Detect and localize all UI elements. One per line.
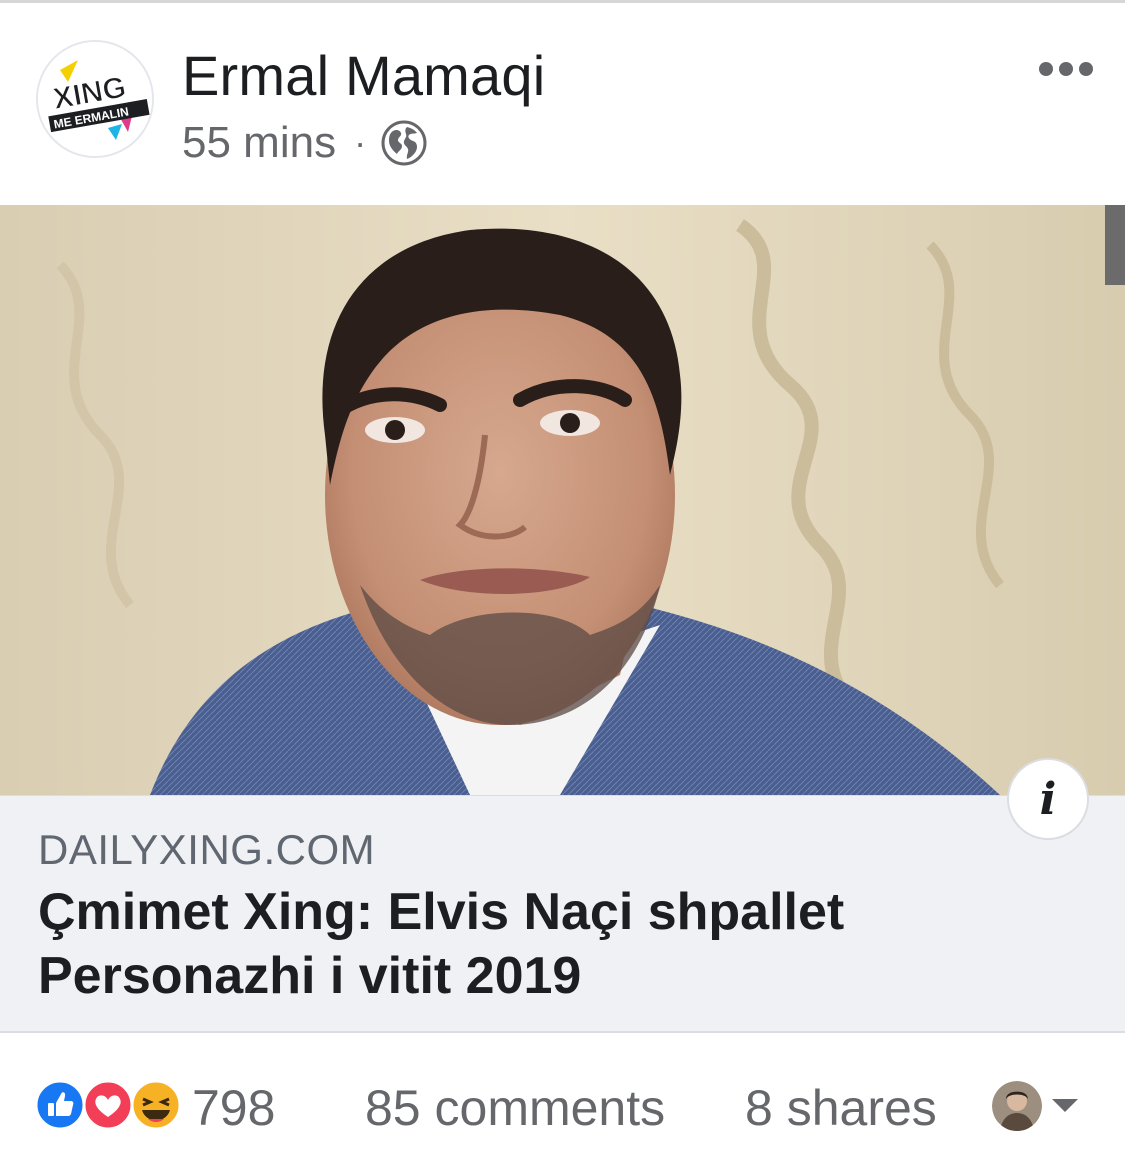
post-time[interactable]: 55 mins — [182, 118, 336, 168]
like-icon — [34, 1079, 86, 1131]
reaction-icons[interactable] — [34, 1079, 184, 1131]
post-meta: 55 mins · — [182, 118, 428, 168]
post-footer: 798 85 comments 8 shares — [0, 1035, 1125, 1150]
comments-count[interactable]: 85 comments — [365, 1079, 665, 1137]
globe-icon — [381, 120, 427, 166]
meta-separator: · — [354, 122, 367, 163]
link-headline[interactable]: Çmimet Xing: Elvis Naçi shpallet Persona… — [38, 880, 998, 1008]
love-icon — [82, 1079, 134, 1131]
link-domain: DAILYXING.COM — [38, 826, 376, 873]
post-header: XING ME ERMALIN Ermal Mamaqi 55 mins · — [0, 3, 1125, 203]
chevron-down-icon[interactable] — [1050, 1097, 1080, 1115]
author-name[interactable]: Ermal Mamaqi — [182, 43, 545, 108]
shares-count[interactable]: 8 shares — [745, 1079, 937, 1137]
reaction-count[interactable]: 798 — [192, 1079, 275, 1137]
link-preview-card[interactable]: DAILYXING.COM Çmimet Xing: Elvis Naçi sh… — [0, 795, 1125, 1033]
more-options-icon[interactable] — [1036, 53, 1096, 85]
xing-logo: XING ME ERMALIN — [38, 42, 152, 156]
haha-icon — [130, 1079, 182, 1131]
info-icon[interactable]: i — [1007, 758, 1089, 840]
link-preview-image[interactable] — [0, 205, 1125, 795]
viewer-avatar[interactable] — [992, 1081, 1042, 1131]
page-avatar[interactable]: XING ME ERMALIN — [36, 40, 154, 158]
